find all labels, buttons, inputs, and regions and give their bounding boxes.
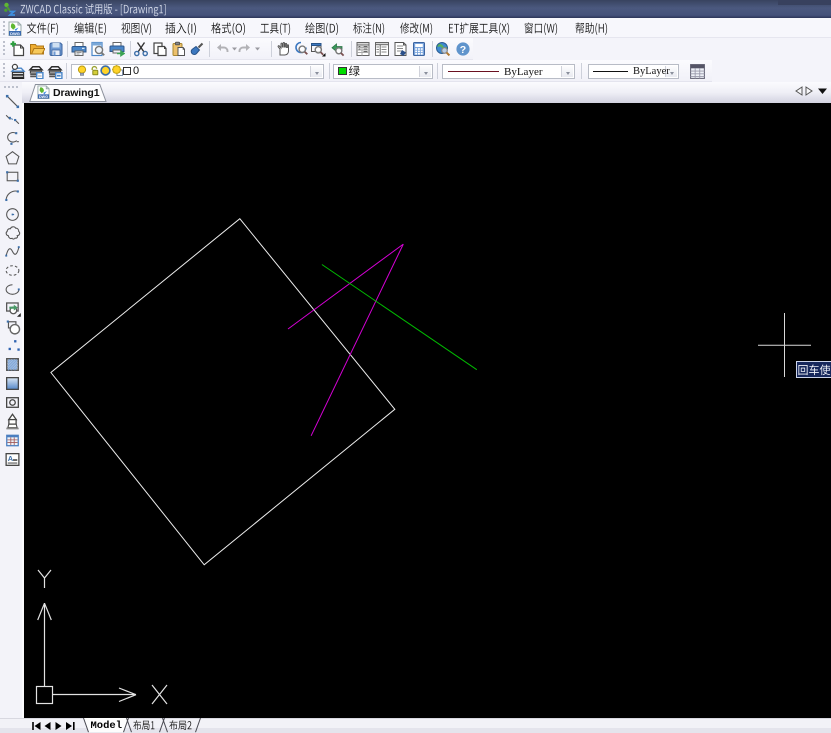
svg-text:A: A xyxy=(8,454,14,463)
